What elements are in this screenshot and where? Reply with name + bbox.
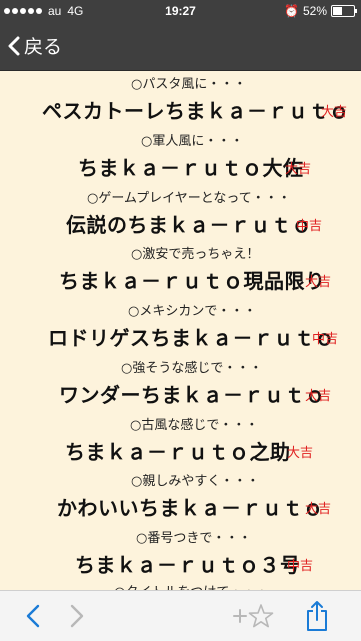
battery-icon — [331, 5, 357, 17]
entry-rank: 大吉 — [321, 105, 348, 120]
entry-rank: 中吉 — [287, 559, 314, 574]
entry-intro: ○タイトルをつけて・・・ — [114, 581, 268, 590]
forward-arrow-icon[interactable] — [66, 603, 88, 629]
entry-intro: ○メキシカンで・・・ — [128, 304, 257, 319]
entry-rank: 中吉 — [312, 332, 339, 347]
content-area[interactable]: ○パスタ風に・・・ ペスカトーレちまｋａ－ｒｕｔｏ 大吉 ○軍人風に・・・ ちま… — [0, 71, 361, 590]
navigation-bar: 戻る — [0, 22, 361, 71]
back-label: 戻る — [24, 36, 63, 58]
chevron-left-icon — [8, 36, 20, 55]
alarm-icon: ⏰ — [284, 4, 299, 18]
entry-intro: ○激安で売っちゃえ！ — [131, 247, 260, 262]
back-button[interactable]: 戻る — [8, 32, 62, 59]
entry-name: 伝説のちまｋａ－ｒｕｔｏ — [66, 213, 312, 237]
entry-intro: ○番号つきで・・・ — [136, 531, 252, 546]
status-bar: au 4G 19:27 ⏰ 52% — [0, 0, 361, 22]
entry-intro: ○強そうな感じで・・・ — [121, 361, 263, 376]
entry-name: ちまｋａ－ｒｕｔｏ現品限り — [59, 269, 326, 293]
entry-name: ワンダーちまｋａ－ｒｕｔｏ — [59, 383, 326, 407]
back-arrow-icon[interactable] — [22, 603, 44, 629]
entry-intro: ○古風な感じで・・・ — [130, 418, 259, 433]
entry-rank: 大吉 — [305, 275, 332, 290]
entry-rank: 大吉 — [287, 446, 314, 461]
entry-name: ちまｋａ－ｒｕｔｏ之助 — [65, 440, 291, 464]
entry-intro: ○ゲームプレイヤーとなって・・・ — [87, 191, 291, 206]
entry-name: ちまｋａ－ｒｕｔｏ３号 — [75, 553, 301, 577]
entry-rank: 大吉 — [285, 162, 312, 177]
entry-rank: 中吉 — [296, 219, 323, 234]
entry-name: ペスカトーレちまｋａ－ｒｕｔｏ — [42, 99, 350, 123]
entry-intro: ○パスタ風に・・・ — [131, 77, 247, 92]
battery-percent: 52% — [302, 4, 327, 18]
entry-name: かわいいちまｋａ－ｒｕｔｏ — [57, 496, 324, 520]
entry-intro: ○親しみやすく・・・ — [131, 474, 260, 489]
entry-rank: 大吉 — [305, 389, 332, 404]
browser-toolbar — [0, 590, 361, 641]
share-icon[interactable] — [305, 600, 329, 632]
bookmark-star-icon[interactable] — [232, 603, 276, 629]
entry-intro: ○軍人風に・・・ — [141, 134, 244, 149]
entry-rank: 大吉 — [305, 502, 332, 517]
entry-name: ロドリゲスちまｋａ－ｒｕｔｏ — [48, 326, 335, 350]
entry-name: ちまｋａ－ｒｕｔｏ大佐 — [78, 156, 304, 180]
